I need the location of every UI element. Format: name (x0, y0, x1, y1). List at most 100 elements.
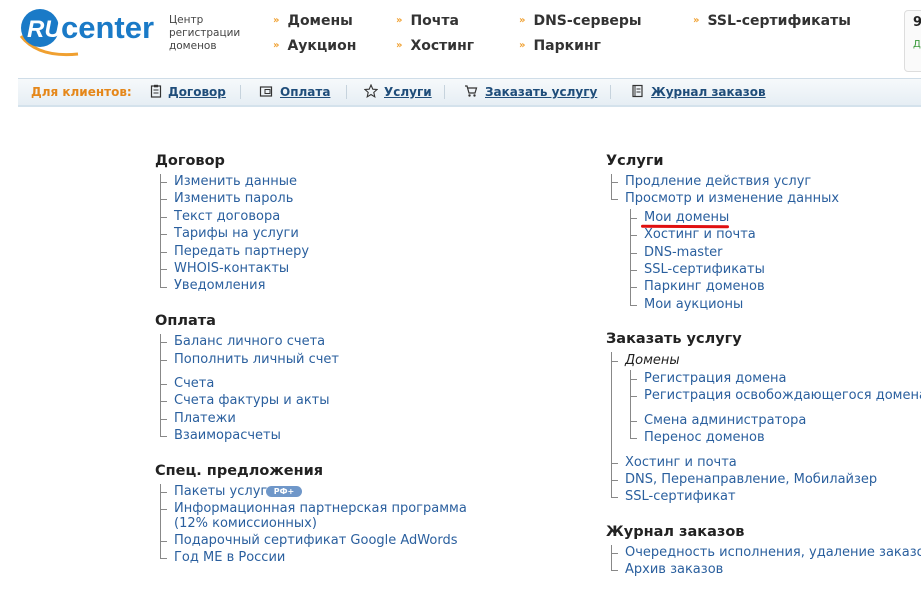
link-change-admin[interactable]: Смена администратора (644, 413, 806, 428)
tagline-line: регистрации (169, 27, 241, 39)
journal-icon (632, 84, 643, 98)
topnav-auction[interactable]: » Аукцион (273, 38, 356, 54)
link-order-archive[interactable]: Архив заказов (625, 562, 723, 577)
topnav-ssl[interactable]: » SSL-сертификаты (693, 13, 851, 29)
tree-branch (160, 492, 167, 493)
logo-ru-text: RU (27, 16, 62, 43)
section-title-special: Спец. предложения (155, 463, 324, 479)
promo-number: 9 (913, 15, 921, 30)
link-contract-text[interactable]: Текст договора (174, 209, 280, 224)
ru-center-logo[interactable]: RU center (18, 6, 160, 64)
tree-branch (630, 235, 637, 236)
tree-branch (160, 217, 167, 218)
tree-branch (160, 360, 167, 361)
link-order-ssl[interactable]: SSL-сертификат (625, 489, 736, 504)
tree-branch (160, 558, 167, 559)
topnav-dns[interactable]: » DNS-серверы (519, 13, 642, 29)
tree-branch (630, 270, 637, 271)
tree-branch (630, 253, 637, 254)
link-partner-program[interactable]: Информационная партнерская программа (174, 501, 467, 516)
tagline-line: Центр (169, 14, 204, 26)
chevron-right-icon: » (273, 15, 280, 26)
tree-line (160, 334, 161, 437)
star-icon (364, 84, 378, 98)
link-renew-services[interactable]: Продление действия услуг (625, 174, 811, 189)
link-view-edit-data[interactable]: Просмотр и изменение данных (625, 191, 839, 206)
tree-branch (630, 396, 637, 397)
chevron-right-icon: » (396, 15, 403, 26)
tree-branch (160, 419, 167, 420)
link-my-domains[interactable]: Мои домены (644, 210, 729, 225)
tree-branch (611, 497, 618, 498)
tree-branch (630, 218, 637, 219)
link-edit-data[interactable]: Изменить данные (174, 174, 297, 189)
tree-line (160, 484, 161, 559)
link-order-queue[interactable]: Очередность исполнения, удаление заказов (625, 545, 921, 560)
section-title-journal: Журнал заказов (606, 524, 745, 540)
link-tariffs[interactable]: Тарифы на услуги (174, 226, 299, 241)
topnav-domains[interactable]: » Домены (273, 13, 353, 29)
link-transfer-domains[interactable]: Перенос доменов (644, 430, 765, 445)
link-change-password[interactable]: Изменить пароль (174, 191, 293, 206)
tree-branch (611, 463, 618, 464)
client-toolbar: Для клиентов: Договор Оплата Услуги Зака… (18, 78, 921, 107)
tree-branch (630, 438, 637, 439)
topnav-hosting[interactable]: » Хостинг (396, 38, 474, 54)
link-invoice-acts[interactable]: Счета фактуры и акты (174, 393, 330, 408)
link-invoices[interactable]: Счета (174, 376, 214, 391)
link-order-hosting-mail[interactable]: Хостинг и почта (625, 455, 737, 470)
link-register-domain[interactable]: Регистрация домена (644, 371, 787, 386)
tree-line (630, 370, 631, 439)
cart-icon (465, 85, 478, 97)
link-top-up[interactable]: Пополнить личный счет (174, 352, 339, 367)
tree-line (630, 209, 631, 306)
clientbar-contract[interactable]: Договор (168, 85, 226, 99)
link-ssl-certificates[interactable]: SSL-сертификаты (644, 262, 765, 277)
clientbar-journal[interactable]: Журнал заказов (651, 85, 766, 99)
group-label-domains: Домены (625, 353, 680, 368)
link-domain-parking[interactable]: Паркинг доменов (644, 279, 765, 294)
link-service-packages[interactable]: Пакеты услуг (174, 484, 267, 499)
topnav-parking[interactable]: » Паркинг (519, 38, 601, 54)
site-tagline: Центр регистрации доменов (169, 14, 240, 53)
topnav-mail[interactable]: » Почта (396, 13, 459, 29)
link-balance[interactable]: Баланс личного счета (174, 334, 325, 349)
client-toolbar-title: Для клиентов: (31, 85, 132, 99)
link-transfer-partner[interactable]: Передать партнеру (174, 244, 309, 259)
link-notifications[interactable]: Уведомления (174, 278, 265, 293)
tree-branch (611, 199, 618, 200)
tree-line (611, 545, 612, 571)
tagline-line: доменов (169, 40, 217, 52)
wallet-icon (259, 86, 273, 97)
link-order-dns[interactable]: DNS, Перенаправление, Мобилайзер (625, 472, 877, 487)
clientbar-order[interactable]: Заказать услугу (485, 85, 597, 99)
clipboard-icon (150, 84, 162, 98)
tree-branch (160, 199, 167, 200)
chevron-right-icon: » (396, 40, 403, 51)
link-whois-contacts[interactable]: WHOIS-контакты (174, 261, 289, 276)
tree-branch (630, 379, 637, 380)
link-adwords-certificate[interactable]: Подарочный сертификат Google AdWords (174, 533, 458, 548)
tree-line (611, 174, 612, 200)
tree-line (611, 352, 612, 498)
tree-branch (160, 509, 167, 510)
link-my-auctions[interactable]: Мои аукционы (644, 297, 743, 312)
link-register-released-domain[interactable]: Регистрация освобождающегося домена (644, 388, 921, 403)
link-settlements[interactable]: Взаиморасчеты (174, 428, 281, 443)
clientbar-payment[interactable]: Оплата (280, 85, 330, 99)
tree-branch (630, 421, 637, 422)
chevron-right-icon: » (519, 15, 526, 26)
tree-branch (160, 287, 167, 288)
clientbar-services[interactable]: Услуги (384, 85, 432, 99)
link-payments[interactable]: Платежи (174, 411, 236, 426)
rf-badge: РФ+ (266, 486, 302, 497)
tree-branch (160, 401, 167, 402)
link-dns-master[interactable]: DNS-master (644, 245, 723, 260)
tree-branch (160, 436, 167, 437)
chevron-right-icon: » (273, 40, 280, 51)
link-hosting-mail[interactable]: Хостинг и почта (644, 227, 756, 242)
tree-branch (160, 269, 167, 270)
promo-box[interactable]: 9 До (904, 10, 921, 72)
link-year-me[interactable]: Год МЕ в России (174, 550, 285, 565)
link-partner-program-commission[interactable]: (12% комиссионных) (174, 516, 317, 531)
